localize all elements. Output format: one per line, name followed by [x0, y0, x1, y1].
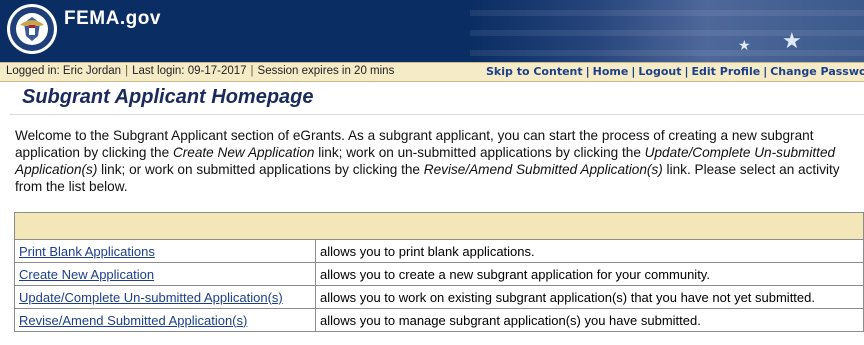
flag-stripe: [470, 50, 864, 56]
activity-link-cell: Create New Application: [14, 262, 316, 286]
top-nav-links: Skip to Content | Home | Logout | Edit Profile…: [486, 65, 864, 78]
session-bar: Logged in: Eric Jordan | Last login: 09-17…: [0, 62, 864, 82]
intro-paragraph: Welcome to the Subgrant Applicant sectio…: [15, 127, 860, 195]
separator: |: [125, 65, 129, 77]
page-title: Subgrant Applicant Homepage: [22, 86, 314, 108]
site-title[interactable]: FEMA.gov: [64, 8, 161, 30]
star-icon: ★: [738, 37, 751, 53]
table-row: Print Blank Applications allows you to p…: [14, 239, 864, 263]
last-login-text: Last login: 09-17-2017: [132, 65, 247, 77]
dhs-seal-icon[interactable]: [6, 3, 58, 55]
create-new-application-link[interactable]: Create New Application: [19, 267, 154, 282]
logout-link[interactable]: Logout: [638, 65, 681, 78]
table-row: Update/Complete Un-submitted Application…: [14, 285, 864, 309]
revise-amend-application-link[interactable]: Revise/Amend Submitted Application(s): [19, 313, 247, 328]
title-divider: [10, 114, 864, 115]
intro-emphasis: Revise/Amend Submitted Application(s): [423, 162, 663, 177]
activity-link-cell: Update/Complete Un-submitted Application…: [14, 285, 316, 309]
intro-emphasis: Create New Application: [172, 145, 315, 160]
activity-link-cell: Revise/Amend Submitted Application(s): [14, 308, 316, 332]
activity-description: allows you to work on existing subgrant …: [315, 285, 864, 309]
separator: |: [250, 65, 254, 77]
edit-profile-link[interactable]: Edit Profile: [692, 65, 761, 78]
table-row: Create New Application allows you to cre…: [14, 262, 864, 286]
table-row: Revise/Amend Submitted Application(s) al…: [14, 308, 864, 332]
flag-stripe: [470, 10, 864, 16]
change-password-link[interactable]: Change Passwor: [770, 65, 864, 78]
intro-text: link; or work on submitted applications …: [97, 162, 424, 177]
flag-stripe: [470, 30, 864, 36]
skip-to-content-link[interactable]: Skip to Content: [486, 65, 583, 78]
activity-description: allows you to print blank applications.: [315, 239, 864, 263]
activity-description: allows you to manage subgrant applicatio…: [315, 308, 864, 332]
intro-text: link; work on un-submitted applications …: [314, 145, 645, 160]
table-header-cell: [14, 212, 864, 240]
separator: |: [585, 65, 590, 78]
separator: |: [631, 65, 636, 78]
separator: |: [763, 65, 768, 78]
star-icon: ★: [782, 28, 802, 53]
home-link[interactable]: Home: [593, 65, 629, 78]
table-header-row: [14, 212, 864, 240]
update-complete-application-link[interactable]: Update/Complete Un-submitted Application…: [19, 290, 283, 305]
print-blank-applications-link[interactable]: Print Blank Applications: [19, 244, 155, 259]
header-banner: ★ ★ FEMA.gov: [0, 0, 864, 62]
separator: |: [684, 65, 689, 78]
session-expires-text: Session expires in 20 mins: [257, 65, 395, 77]
logged-in-text: Logged in: Eric Jordan: [6, 65, 122, 77]
activity-description: allows you to create a new subgrant appl…: [315, 262, 864, 286]
activity-link-cell: Print Blank Applications: [14, 239, 316, 263]
session-info: Logged in: Eric Jordan | Last login: 09-17…: [6, 65, 394, 77]
activity-table: Print Blank Applications allows you to p…: [14, 212, 864, 332]
